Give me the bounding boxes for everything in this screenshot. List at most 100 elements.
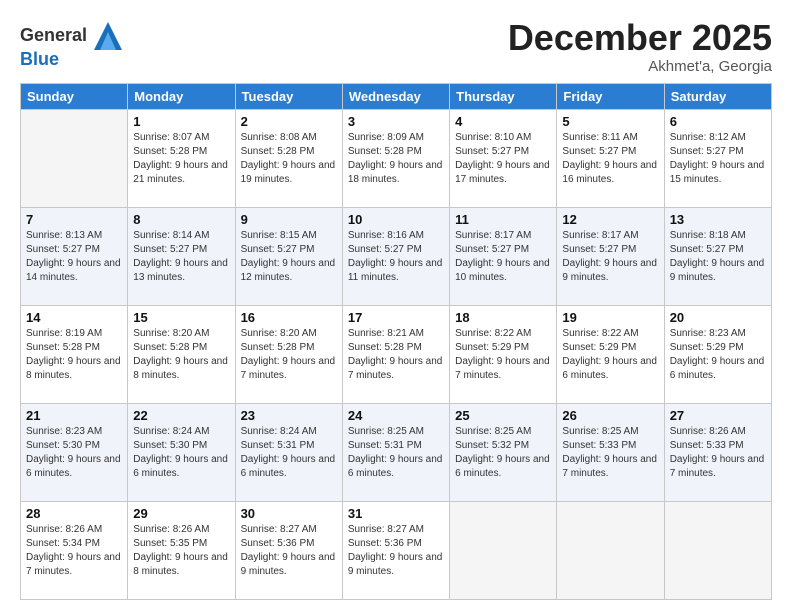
calendar-cell: 6Sunrise: 8:12 AMSunset: 5:27 PMDaylight…: [664, 109, 771, 207]
calendar-cell: 27Sunrise: 8:26 AMSunset: 5:33 PMDayligh…: [664, 403, 771, 501]
daylight-text: Daylight: 9 hours and 8 minutes.: [26, 355, 122, 383]
calendar-cell: 16 Sunrise: 8:20 AMSunset: 5:28 PMDayligh…: [235, 305, 342, 403]
calendar-cell: [664, 501, 771, 599]
sunrise-text: Sunrise: 8:07 AM: [133, 131, 229, 145]
sunrise-text: Sunrise: 8:12 AM: [670, 131, 766, 145]
day-info: Sunrise: 8:16 AMSunset: 5:27 PMDaylight:…: [348, 229, 444, 285]
sunset-text: Sunset: 5:27 PM: [241, 243, 337, 257]
calendar-cell: 12Sunrise: 8:17 AMSunset: 5:27 PMDayligh…: [557, 207, 664, 305]
day-number: 19: [562, 310, 658, 325]
day-number: 16: [241, 310, 337, 325]
sunrise-text: Sunrise: 8:20 AM: [133, 327, 229, 341]
daylight-text: Daylight: 9 hours and 6 minutes.: [670, 355, 766, 383]
calendar-cell: 24Sunrise: 8:25 AMSunset: 5:31 PMDayligh…: [342, 403, 449, 501]
day-number: 31: [348, 506, 444, 521]
day-info: Sunrise: 8:26 AMSunset: 5:35 PMDaylight:…: [133, 523, 229, 579]
calendar-cell: 19Sunrise: 8:22 AMSunset: 5:29 PMDayligh…: [557, 305, 664, 403]
day-info: Sunrise: 8:25 AMSunset: 5:32 PMDaylight:…: [455, 425, 551, 481]
weekday-header: Sunday: [21, 83, 128, 109]
calendar-cell: 31Sunrise: 8:27 AMSunset: 5:36 PMDayligh…: [342, 501, 449, 599]
calendar-table: SundayMondayTuesdayWednesdayThursdayFrid…: [20, 83, 772, 600]
logo-blue-text: Blue: [20, 49, 59, 69]
day-number: 26: [562, 408, 658, 423]
sunrise-text: Sunrise: 8:25 AM: [562, 425, 658, 439]
daylight-text: Daylight: 9 hours and 6 minutes.: [241, 453, 337, 481]
day-info: Sunrise: 8:20 AMSunset: 5:28 PMDaylight:…: [241, 327, 337, 383]
daylight-text: Daylight: 9 hours and 6 minutes.: [562, 355, 658, 383]
daylight-text: Daylight: 9 hours and 7 minutes.: [241, 355, 337, 383]
day-info: Sunrise: 8:20 AMSunset: 5:28 PMDaylight:…: [133, 327, 229, 383]
day-info: Sunrise: 8:10 AMSunset: 5:27 PMDaylight:…: [455, 131, 551, 187]
day-info: Sunrise: 8:24 AMSunset: 5:30 PMDaylight:…: [133, 425, 229, 481]
day-info: Sunrise: 8:14 AMSunset: 5:27 PMDaylight:…: [133, 229, 229, 285]
calendar-page: General Blue December 2025 Akhmet'a, Geo…: [0, 0, 792, 612]
sunrise-text: Sunrise: 8:22 AM: [562, 327, 658, 341]
daylight-text: Daylight: 9 hours and 7 minutes.: [670, 453, 766, 481]
sunrise-text: Sunrise: 8:22 AM: [455, 327, 551, 341]
day-info: Sunrise: 8:17 AMSunset: 5:27 PMDaylight:…: [455, 229, 551, 285]
daylight-text: Daylight: 9 hours and 15 minutes.: [670, 159, 766, 187]
daylight-text: Daylight: 9 hours and 8 minutes.: [133, 355, 229, 383]
sunrise-text: Sunrise: 8:21 AM: [348, 327, 444, 341]
sunset-text: Sunset: 5:28 PM: [26, 341, 122, 355]
calendar-cell: 9Sunrise: 8:15 AMSunset: 5:27 PMDaylight…: [235, 207, 342, 305]
page-header: General Blue December 2025 Akhmet'a, Geo…: [20, 18, 772, 75]
daylight-text: Daylight: 9 hours and 10 minutes.: [455, 257, 551, 285]
day-info: Sunrise: 8:08 AMSunset: 5:28 PMDaylight:…: [241, 131, 337, 187]
calendar-cell: [21, 109, 128, 207]
day-info: Sunrise: 8:25 AMSunset: 5:31 PMDaylight:…: [348, 425, 444, 481]
day-info: Sunrise: 8:23 AMSunset: 5:30 PMDaylight:…: [26, 425, 122, 481]
calendar-cell: 13Sunrise: 8:18 AMSunset: 5:27 PMDayligh…: [664, 207, 771, 305]
day-number: 28: [26, 506, 122, 521]
day-number: 8: [133, 212, 229, 227]
day-number: 11: [455, 212, 551, 227]
sunrise-text: Sunrise: 8:19 AM: [26, 327, 122, 341]
day-info: Sunrise: 8:13 AMSunset: 5:27 PMDaylight:…: [26, 229, 122, 285]
day-number: 3: [348, 114, 444, 129]
sunrise-text: Sunrise: 8:26 AM: [670, 425, 766, 439]
day-info: Sunrise: 8:26 AMSunset: 5:34 PMDaylight:…: [26, 523, 122, 579]
sunset-text: Sunset: 5:27 PM: [26, 243, 122, 257]
sunset-text: Sunset: 5:27 PM: [133, 243, 229, 257]
sunset-text: Sunset: 5:29 PM: [455, 341, 551, 355]
sunset-text: Sunset: 5:31 PM: [348, 439, 444, 453]
calendar-week-row: 21Sunrise: 8:23 AMSunset: 5:30 PMDayligh…: [21, 403, 772, 501]
logo: General Blue: [20, 22, 122, 70]
day-number: 23: [241, 408, 337, 423]
calendar-cell: [450, 501, 557, 599]
logo-icon: [94, 22, 122, 50]
calendar-cell: 15 Sunrise: 8:20 AMSunset: 5:28 PMDayligh…: [128, 305, 235, 403]
daylight-text: Daylight: 9 hours and 6 minutes.: [133, 453, 229, 481]
logo-general-text: General: [20, 25, 87, 45]
daylight-text: Daylight: 9 hours and 7 minutes.: [562, 453, 658, 481]
weekday-header: Tuesday: [235, 83, 342, 109]
day-number: 14: [26, 310, 122, 325]
sunset-text: Sunset: 5:35 PM: [133, 537, 229, 551]
day-info: Sunrise: 8:15 AMSunset: 5:27 PMDaylight:…: [241, 229, 337, 285]
day-info: Sunrise: 8:21 AMSunset: 5:28 PMDaylight:…: [348, 327, 444, 383]
daylight-text: Daylight: 9 hours and 7 minutes.: [348, 355, 444, 383]
sunrise-text: Sunrise: 8:26 AM: [133, 523, 229, 537]
sunrise-text: Sunrise: 8:09 AM: [348, 131, 444, 145]
daylight-text: Daylight: 9 hours and 9 minutes.: [348, 551, 444, 579]
day-number: 5: [562, 114, 658, 129]
day-number: 4: [455, 114, 551, 129]
calendar-cell: 30Sunrise: 8:27 AMSunset: 5:36 PMDayligh…: [235, 501, 342, 599]
day-info: Sunrise: 8:24 AMSunset: 5:31 PMDaylight:…: [241, 425, 337, 481]
daylight-text: Daylight: 9 hours and 6 minutes.: [348, 453, 444, 481]
daylight-text: Daylight: 9 hours and 11 minutes.: [348, 257, 444, 285]
weekday-header: Wednesday: [342, 83, 449, 109]
day-info: Sunrise: 8:09 AMSunset: 5:28 PMDaylight:…: [348, 131, 444, 187]
sunset-text: Sunset: 5:28 PM: [133, 341, 229, 355]
sunset-text: Sunset: 5:30 PM: [26, 439, 122, 453]
sunrise-text: Sunrise: 8:18 AM: [670, 229, 766, 243]
daylight-text: Daylight: 9 hours and 9 minutes.: [670, 257, 766, 285]
daylight-text: Daylight: 9 hours and 16 minutes.: [562, 159, 658, 187]
day-number: 15: [133, 310, 229, 325]
day-info: Sunrise: 8:19 AMSunset: 5:28 PMDaylight:…: [26, 327, 122, 383]
sunset-text: Sunset: 5:27 PM: [455, 243, 551, 257]
sunset-text: Sunset: 5:28 PM: [241, 145, 337, 159]
sunrise-text: Sunrise: 8:13 AM: [26, 229, 122, 243]
sunset-text: Sunset: 5:34 PM: [26, 537, 122, 551]
calendar-cell: 20Sunrise: 8:23 AMSunset: 5:29 PMDayligh…: [664, 305, 771, 403]
